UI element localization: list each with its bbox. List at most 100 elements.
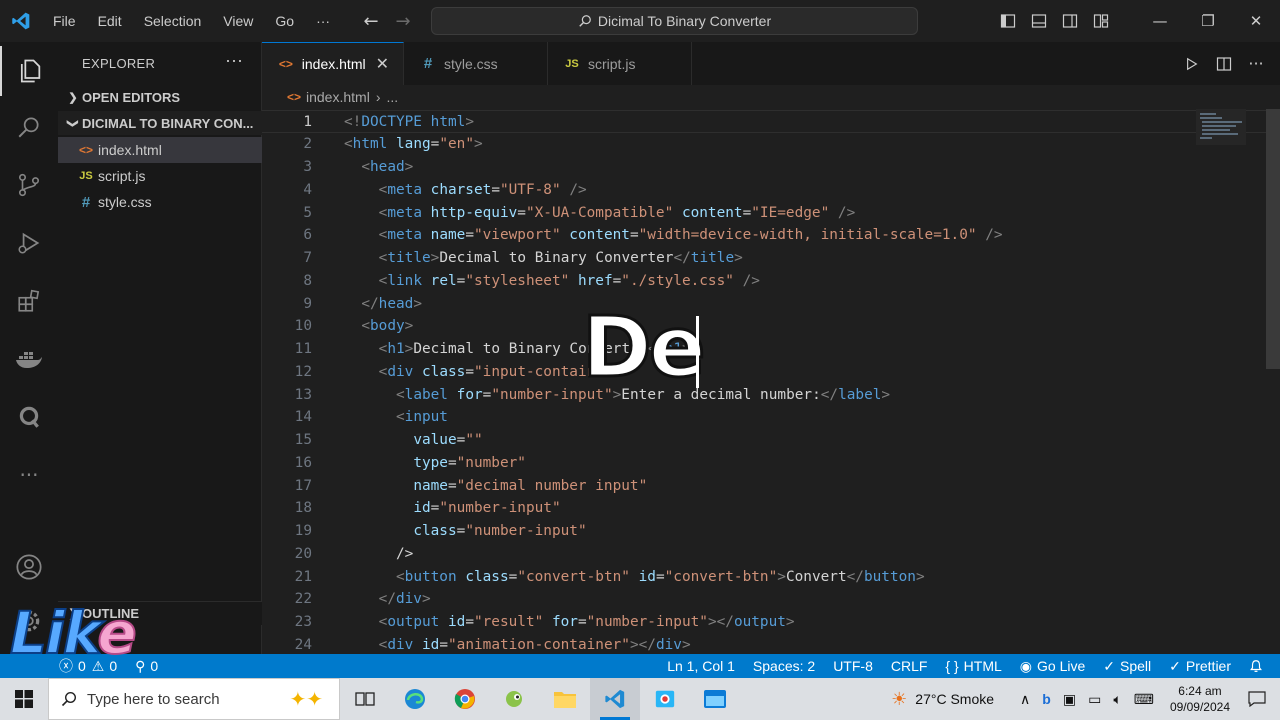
breadcrumb-file[interactable]: index.html — [306, 89, 370, 105]
chameleon-app-icon[interactable] — [490, 678, 540, 720]
menu-selection[interactable]: Selection — [133, 13, 213, 29]
edge-browser-icon[interactable] — [390, 678, 440, 720]
code-editor[interactable]: 1 <!DOCTYPE html> 2 <html lang="en"> 3 <head… — [262, 109, 1280, 654]
language-mode[interactable]: { } HTML — [936, 658, 1010, 674]
command-center-search[interactable]: Dicimal To Binary Converter — [431, 7, 918, 35]
code-text: </head> — [361, 295, 422, 312]
vscode-taskbar-icon[interactable] — [590, 678, 640, 720]
docker-icon[interactable] — [0, 334, 58, 384]
cursor-position[interactable]: Ln 1, Col 1 — [658, 658, 744, 674]
toggle-primary-sidebar-icon[interactable] — [992, 0, 1023, 42]
notifications-icon[interactable] — [1240, 691, 1280, 707]
more-views-icon[interactable]: ··· — [0, 450, 58, 500]
code-line[interactable]: 10 <body> — [262, 315, 1280, 338]
vertical-scrollbar[interactable] — [1266, 109, 1280, 369]
toggle-secondary-sidebar-icon[interactable] — [1054, 0, 1085, 42]
code-line[interactable]: 3 <head> — [262, 156, 1280, 179]
minimize-icon[interactable]: — — [1136, 0, 1184, 42]
code-line[interactable]: 15 value="" — [262, 429, 1280, 452]
taskbar-clock[interactable]: 6:24 am 09/09/2024 — [1160, 683, 1240, 715]
code-line[interactable]: 16 type="number" — [262, 451, 1280, 474]
indentation[interactable]: Spaces: 2 — [744, 658, 824, 674]
code-line[interactable]: 5 <meta http-equiv="X-UA-Compatible" con… — [262, 201, 1280, 224]
menu-file[interactable]: File — [42, 13, 87, 29]
tab-index-html[interactable]: <> index.html ✕ — [262, 42, 404, 85]
breadcrumb-more[interactable]: ... — [386, 89, 398, 105]
chrome-browser-icon[interactable] — [440, 678, 490, 720]
code-line[interactable]: 7 <title>Decimal to Binary Converter</ti… — [262, 247, 1280, 270]
run-play-icon[interactable] — [1176, 42, 1208, 85]
tab-style-css[interactable]: # style.css — [404, 42, 548, 85]
notifications-bell-icon[interactable] — [1240, 659, 1272, 673]
file-item-index-html[interactable]: <> index.html — [58, 137, 262, 163]
prettier-button[interactable]: ✓ Prettier — [1160, 658, 1240, 675]
code-line[interactable]: 20 /> — [262, 542, 1280, 565]
task-view-icon[interactable] — [340, 678, 390, 720]
show-hidden-icons-chevron-icon[interactable]: ∧ — [1014, 691, 1036, 708]
restore-icon[interactable]: ❐ — [1184, 0, 1232, 42]
minimap[interactable] — [1196, 109, 1246, 145]
code-line[interactable]: 14 <input — [262, 406, 1280, 429]
tab-script-js[interactable]: JS script.js — [548, 42, 692, 85]
project-folder-section[interactable]: ❯ DICIMAL TO BINARY CON... — [58, 111, 262, 135]
search-view-icon[interactable] — [0, 102, 58, 152]
windows-start-icon[interactable] — [0, 678, 48, 720]
menu-view[interactable]: View — [212, 13, 264, 29]
code-line[interactable]: 2 <html lang="en"> — [262, 133, 1280, 156]
close-window-icon[interactable]: ✕ — [1232, 0, 1280, 42]
more-actions-icon[interactable]: ··· — [1240, 42, 1272, 85]
encoding[interactable]: UTF-8 — [824, 658, 882, 674]
forward-arrow-icon[interactable]: → — [387, 11, 419, 32]
menu-more[interactable]: ··· — [305, 13, 341, 29]
spell-button[interactable]: ✓ Spell — [1094, 658, 1160, 675]
toggle-panel-icon[interactable] — [1023, 0, 1054, 42]
file-item-style-css[interactable]: # style.css — [58, 189, 262, 215]
code-line[interactable]: 21 <button class="convert-btn" id="conve… — [262, 565, 1280, 588]
chevron-down-icon: ❯ — [66, 118, 79, 128]
code-line[interactable]: 12 <div class="input-container"> — [262, 360, 1280, 383]
code-line[interactable]: 8 <link rel="stylesheet" href="./style.c… — [262, 269, 1280, 292]
explorer-more-actions[interactable]: ··· — [225, 50, 243, 71]
ports-count: 0 — [150, 658, 159, 674]
whiteboard-app-icon[interactable] — [690, 678, 740, 720]
screen-recorder-icon[interactable] — [640, 678, 690, 720]
menu-edit[interactable]: Edit — [87, 13, 133, 29]
code-line[interactable]: 18 id="number-input" — [262, 497, 1280, 520]
open-editors-section[interactable]: ❯ OPEN EDITORS — [58, 85, 262, 109]
code-line[interactable]: 19 class="number-input" — [262, 520, 1280, 543]
vscode-logo-icon[interactable] — [0, 0, 42, 42]
run-debug-icon[interactable] — [0, 218, 58, 268]
split-editor-icon[interactable] — [1208, 42, 1240, 85]
code-line[interactable]: 6 <meta name="viewport" content="width=d… — [262, 224, 1280, 247]
accounts-icon[interactable] — [0, 542, 58, 592]
bing-icon[interactable]: b — [1036, 691, 1057, 707]
customize-layout-icon[interactable] — [1085, 0, 1116, 42]
code-line[interactable]: 23 <output id="result" for="number-input… — [262, 611, 1280, 634]
code-line[interactable]: 11 <h1>Decimal to Binary Converter</h1> — [262, 338, 1280, 361]
source-control-icon[interactable] — [0, 160, 58, 210]
go-live-button[interactable]: ◉ Go Live — [1011, 658, 1094, 675]
end-of-line[interactable]: CRLF — [882, 658, 937, 674]
language-indicator-icon[interactable]: ⌨ — [1128, 691, 1160, 708]
extensions-icon[interactable] — [0, 276, 58, 326]
code-line[interactable]: 13 <label for="number-input">Enter a dec… — [262, 383, 1280, 406]
file-explorer-icon[interactable] — [540, 678, 590, 720]
code-line[interactable]: 1 <!DOCTYPE html> — [262, 110, 1280, 133]
back-arrow-icon[interactable]: ← — [355, 11, 387, 32]
code-line[interactable]: 22 </div> — [262, 588, 1280, 611]
code-line[interactable]: 17 name="decimal number input" — [262, 474, 1280, 497]
menu-go[interactable]: Go — [264, 13, 305, 29]
explorer-icon[interactable] — [0, 46, 58, 96]
network-icon[interactable]: ▭ — [1082, 691, 1107, 708]
quokka-icon[interactable] — [0, 392, 58, 442]
weather-widget[interactable]: ☀ 27°C Smoke — [885, 689, 1000, 710]
close-tab-icon[interactable]: ✕ — [376, 54, 389, 74]
code-text: <meta charset="UTF-8" /> — [378, 181, 587, 198]
volume-icon[interactable]: 🔈︎ — [1107, 691, 1127, 708]
taskbar-search-box[interactable]: Type here to search ✦✦ — [48, 678, 340, 720]
file-item-script-js[interactable]: JS script.js — [58, 163, 262, 189]
code-line[interactable]: 4 <meta charset="UTF-8" /> — [262, 178, 1280, 201]
meet-now-icon[interactable]: ▣ — [1057, 691, 1082, 708]
code-line[interactable]: 9 </head> — [262, 292, 1280, 315]
code-line[interactable]: 24 <div id="animation-container"></div> — [262, 633, 1280, 654]
